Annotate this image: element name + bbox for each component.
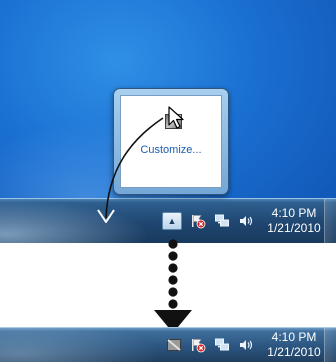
action-center-flag-icon[interactable] bbox=[190, 337, 206, 353]
desktop-before: ▲ 4:10 PM 1/21/2010 Customize... bbox=[0, 0, 336, 243]
hidden-tray-icon[interactable] bbox=[166, 337, 182, 353]
transition-arrow bbox=[154, 239, 192, 333]
clock-date: 1/21/2010 bbox=[267, 345, 321, 359]
taskbar-after-glow bbox=[0, 328, 160, 362]
mouse-cursor-icon bbox=[168, 106, 184, 129]
volume-icon[interactable] bbox=[238, 337, 254, 353]
notification-area-after bbox=[166, 328, 254, 362]
network-icon[interactable] bbox=[214, 337, 230, 353]
clock-time: 4:10 PM bbox=[271, 330, 317, 344]
show-desktop-button[interactable] bbox=[324, 328, 336, 362]
clock-after[interactable]: 4:10 PM 1/21/2010 bbox=[262, 330, 326, 360]
taskbar-after: 4:10 PM 1/21/2010 bbox=[0, 327, 336, 362]
